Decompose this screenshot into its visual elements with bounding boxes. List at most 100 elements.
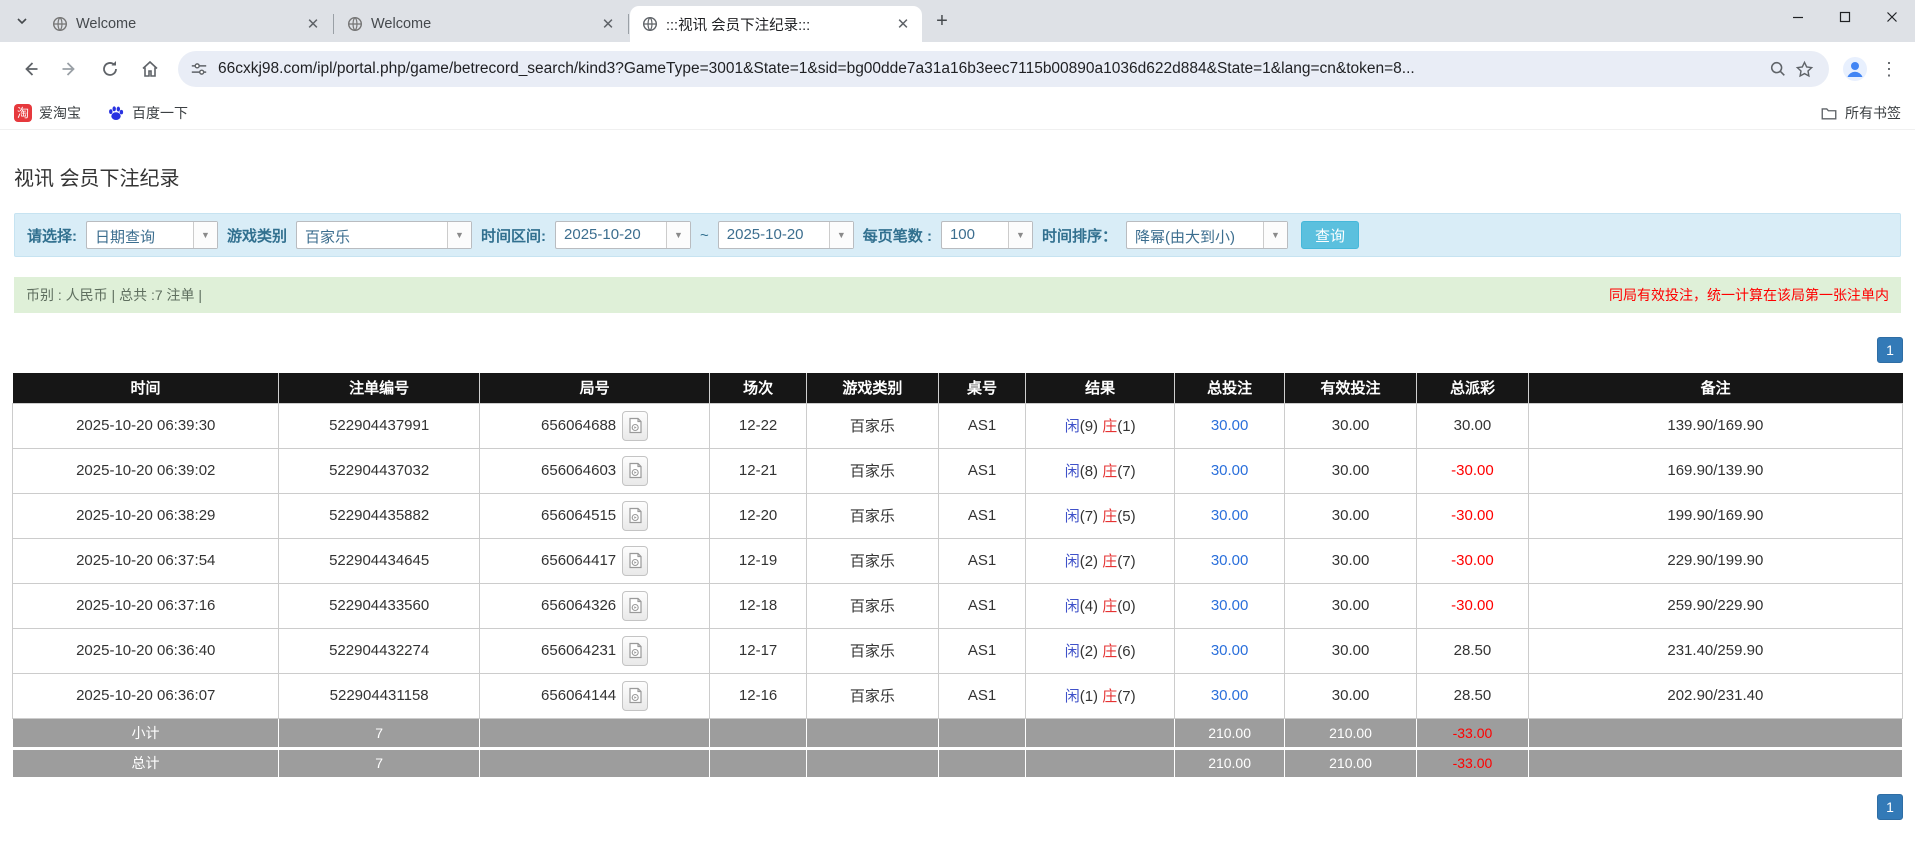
page-number-button[interactable]: 1: [1877, 337, 1903, 363]
window-minimize-button[interactable]: [1774, 0, 1821, 34]
bookmark-baidu[interactable]: 百度一下: [107, 103, 188, 123]
bet-time: 2025-10-20 06:39:30: [13, 403, 279, 448]
total-bet-link[interactable]: 30.00: [1211, 552, 1249, 569]
total-payout: -30.00: [1417, 493, 1529, 538]
pagination-bottom: 1: [12, 794, 1903, 820]
dropdown-arrow-icon[interactable]: ▼: [1263, 222, 1287, 248]
summary-cell: [939, 748, 1026, 778]
info-bar: 币别 : 人民币 | 总共 :7 注单 | 同局有效投注，统一计算在该局第一张注…: [14, 277, 1901, 313]
video-replay-button[interactable]: [622, 681, 648, 711]
result: 闲(1) 庄(7): [1026, 673, 1175, 718]
table-body: 2025-10-20 06:39:30522904437991656064688…: [13, 403, 1903, 718]
new-tab-button[interactable]: +: [928, 7, 956, 35]
game-type-select[interactable]: 百家乐 ▼: [296, 221, 472, 249]
summary-cell: [710, 748, 806, 778]
total-bet: 30.00: [1175, 493, 1285, 538]
table-header-row: 时间注单编号局号场次游戏类别桌号结果总投注有效投注总派彩备注: [13, 373, 1903, 403]
tab-welcome-1[interactable]: Welcome ✕: [40, 6, 332, 42]
profile-avatar[interactable]: [1839, 53, 1871, 85]
query-type-select[interactable]: 日期查询 ▼: [86, 221, 218, 249]
back-button[interactable]: [12, 51, 48, 87]
total-bet-link[interactable]: 30.00: [1211, 507, 1249, 524]
bookmark-aitaobao[interactable]: 淘 爱淘宝: [14, 103, 81, 123]
date-from-select[interactable]: 2025-10-20 ▼: [555, 221, 691, 249]
all-bookmarks-button[interactable]: 所有书签: [1820, 103, 1901, 123]
dropdown-arrow-icon[interactable]: ▼: [1008, 222, 1032, 248]
bookmark-star-button[interactable]: [1791, 56, 1817, 82]
video-replay-button[interactable]: [622, 501, 648, 531]
site-settings-icon[interactable]: [190, 60, 208, 78]
tab-close-icon[interactable]: ✕: [894, 15, 912, 33]
total-bet-link[interactable]: 30.00: [1211, 462, 1249, 479]
summary-cell: [1528, 718, 1902, 748]
round-number-text: 656064326: [541, 597, 616, 614]
table-number: AS1: [939, 403, 1026, 448]
total-bet: 30.00: [1175, 628, 1285, 673]
window-close-button[interactable]: [1868, 0, 1915, 34]
bet-number: 522904433560: [279, 583, 479, 628]
forward-button[interactable]: [52, 51, 88, 87]
browser-menu-button[interactable]: ⋮: [1873, 53, 1905, 85]
zoom-level-button[interactable]: [1765, 56, 1791, 82]
select-type-label: 请选择:: [27, 225, 77, 246]
sort-order-label: 时间排序：: [1042, 225, 1117, 246]
dropdown-arrow-icon[interactable]: ▼: [447, 222, 471, 248]
back-icon: [20, 59, 40, 79]
video-replay-button[interactable]: [622, 456, 648, 486]
query-button[interactable]: 查询: [1301, 221, 1359, 249]
table-number: AS1: [939, 493, 1026, 538]
tab-welcome-2[interactable]: Welcome ✕: [335, 6, 627, 42]
game-type: 百家乐: [806, 628, 938, 673]
total-bet-link[interactable]: 30.00: [1211, 597, 1249, 614]
remark: 169.90/139.90: [1528, 448, 1902, 493]
video-replay-button[interactable]: [622, 636, 648, 666]
page-size-label: 每页笔数 :: [863, 225, 932, 246]
total-bet-link[interactable]: 30.00: [1211, 687, 1249, 704]
date-to-select[interactable]: 2025-10-20 ▼: [718, 221, 854, 249]
valid-bet: 30.00: [1284, 493, 1416, 538]
summary-cell: 210.00: [1284, 718, 1416, 748]
magnifier-icon: [1769, 60, 1787, 78]
result: 闲(2) 庄(7): [1026, 538, 1175, 583]
table-number: AS1: [939, 448, 1026, 493]
bet-number: 522904435882: [279, 493, 479, 538]
dropdown-arrow-icon[interactable]: ▼: [193, 222, 217, 248]
remark: 139.90/169.90: [1528, 403, 1902, 448]
page-size-select[interactable]: 100 ▼: [941, 221, 1033, 249]
tab-bet-records[interactable]: :::视讯 会员下注纪录::: ✕: [630, 6, 922, 42]
video-replay-button[interactable]: [622, 546, 648, 576]
bet-records-table: 时间注单编号局号场次游戏类别桌号结果总投注有效投注总派彩备注 2025-10-2…: [12, 373, 1903, 780]
bet-time: 2025-10-20 06:36:07: [13, 673, 279, 718]
table-number: AS1: [939, 673, 1026, 718]
table-row: 2025-10-20 06:36:07522904431158656064144…: [13, 673, 1903, 718]
game-type: 百家乐: [806, 448, 938, 493]
video-replay-button[interactable]: [622, 411, 648, 441]
tab-search-button[interactable]: [8, 7, 36, 35]
tab-close-icon[interactable]: ✕: [304, 15, 322, 33]
dropdown-arrow-icon[interactable]: ▼: [666, 222, 690, 248]
total-bet: 30.00: [1175, 538, 1285, 583]
url-text[interactable]: 66cxkj98.com/ipl/portal.php/game/betreco…: [218, 60, 1765, 78]
total-bet-link[interactable]: 30.00: [1211, 642, 1249, 659]
total-payout: 28.50: [1417, 673, 1529, 718]
star-icon: [1795, 60, 1814, 79]
dropdown-arrow-icon[interactable]: ▼: [829, 222, 853, 248]
filter-bar: 请选择: 日期查询 ▼ 游戏类别 百家乐 ▼ 时间区间: 2025-10-20 …: [14, 213, 1901, 257]
window-maximize-button[interactable]: [1821, 0, 1868, 34]
home-button[interactable]: [132, 51, 168, 87]
address-bar[interactable]: 66cxkj98.com/ipl/portal.php/game/betreco…: [178, 51, 1829, 87]
bet-number: 522904434645: [279, 538, 479, 583]
column-header: 注单编号: [279, 373, 479, 403]
page-number-button[interactable]: 1: [1877, 794, 1903, 820]
bookmarks-bar: 淘 爱淘宝 百度一下 所有书签: [0, 96, 1915, 130]
reload-button[interactable]: [92, 51, 128, 87]
total-bet: 30.00: [1175, 673, 1285, 718]
total-payout: -30.00: [1417, 448, 1529, 493]
table-footer: 小计7210.00210.00-33.00总计7210.00210.00-33.…: [13, 718, 1903, 778]
tab-close-icon[interactable]: ✕: [599, 15, 617, 33]
sort-order-select[interactable]: 降幂(由大到小) ▼: [1126, 221, 1288, 249]
video-replay-icon: [628, 642, 643, 659]
total-bet-link[interactable]: 30.00: [1211, 417, 1249, 434]
video-replay-button[interactable]: [622, 591, 648, 621]
summary-cell: 210.00: [1284, 748, 1416, 778]
